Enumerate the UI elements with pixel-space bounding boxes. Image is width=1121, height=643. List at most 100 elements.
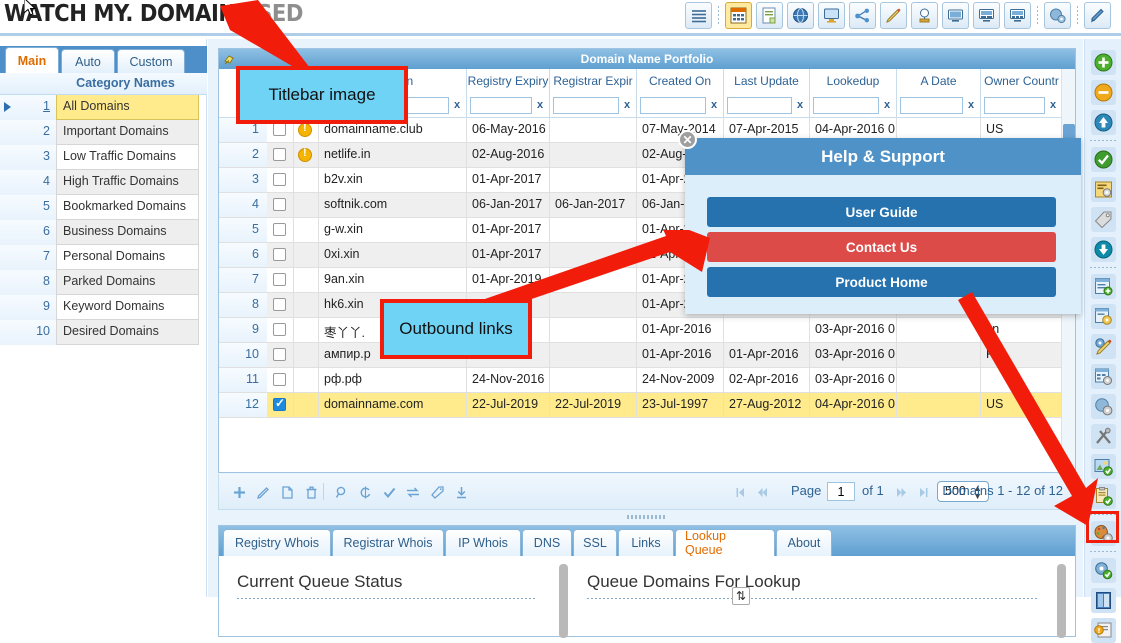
table-row[interactable]: 11 рф.рф 24-Nov-2016 24-Nov-2009 02-Apr-2016… [219,368,1075,393]
grid-header-created_on[interactable]: Created On [637,69,724,93]
grid-header-registrar_expiry[interactable]: Registrar Expir [550,69,637,93]
tab-auto[interactable]: Auto [61,49,115,73]
brush-icon[interactable] [1084,2,1111,29]
gear-check-icon[interactable] [1091,558,1116,583]
sidebar-item-parked-domains[interactable]: 8 Parked Domains [0,270,207,295]
copy-icon[interactable] [277,482,297,502]
row-checkbox[interactable] [273,248,286,261]
refresh-icon[interactable] [355,482,375,502]
menu-icon[interactable] [685,2,712,29]
table-row[interactable]: 9 枣丫丫. 01-Apr-2016 03-Apr-2016 0 cn [219,318,1075,343]
network-icon[interactable] [849,2,876,29]
row-checkbox[interactable] [273,373,286,386]
row-checkbox[interactable] [273,173,286,186]
globe-settings-icon[interactable] [1044,2,1071,29]
page-number-input[interactable] [827,482,855,501]
remove-orange-icon[interactable] [1091,80,1116,105]
whois-icon[interactable] [911,2,938,29]
pencil-icon[interactable] [880,2,907,29]
row-checkbox[interactable] [273,223,286,236]
check-icon[interactable] [379,482,399,502]
filter-input-lookedup[interactable] [813,96,879,114]
tab-lookup-queue[interactable]: Lookup Queue [675,529,775,557]
sidebar-item-personal-domains[interactable]: 7 Personal Domains [0,245,207,270]
grid-header-last_update[interactable]: Last Update [724,69,810,93]
tab-about[interactable]: About [776,529,832,556]
screen-split-icon[interactable] [973,2,1000,29]
add-green-icon[interactable] [1091,50,1116,75]
notes-icon[interactable] [756,2,783,29]
filter-input-last_update[interactable] [727,96,792,114]
prev-page-icon[interactable] [754,483,770,501]
grid-header-registry_expiry[interactable]: Registry Expiry [467,69,550,93]
filter-clear-owner_country[interactable]: x [1047,99,1059,111]
filter-input-owner_country[interactable] [984,96,1045,114]
clipboard-check-icon[interactable] [1091,484,1116,509]
info-icon[interactable]: ! [1091,618,1116,643]
swap-icon[interactable] [403,482,423,502]
filter-clear-registry_expiry[interactable]: x [534,99,546,111]
tab-ssl[interactable]: SSL [573,529,617,556]
filter-clear-last_update[interactable]: x [794,99,806,111]
row-checkbox[interactable] [273,273,286,286]
row-checkbox[interactable] [273,396,286,411]
tag-icon[interactable] [427,482,447,502]
table-settings-icon[interactable] [1091,364,1116,389]
edit-pencil-icon[interactable] [253,482,273,502]
sidebar-item-business-domains[interactable]: 6 Business Domains [0,220,207,245]
screen-tiles-icon[interactable] [1004,2,1031,29]
row-checkbox[interactable] [273,198,286,211]
filter-clear-registrar_expiry[interactable]: x [621,99,633,111]
download-teal-icon[interactable] [1091,237,1116,262]
grid-header-a_date[interactable]: A Date [897,69,981,93]
product-home-button[interactable]: Product Home [707,267,1056,297]
filter-clear-created_on[interactable]: x [708,99,720,111]
sidebar-item-important-domains[interactable]: 2 Important Domains [0,120,207,145]
splitter-grip[interactable] [627,515,667,519]
sidebar-item-desired-domains[interactable]: 10 Desired Domains [0,320,207,345]
row-checkbox[interactable] [273,123,286,136]
tools-icon[interactable] [1091,424,1116,449]
left-section-scrollbar[interactable] [559,564,568,638]
download-icon[interactable] [451,482,471,502]
filter-clear-lookedup[interactable]: x [881,99,893,111]
filter-input-created_on[interactable] [640,96,706,114]
row-checkbox[interactable] [273,148,286,161]
tools-pencil-icon[interactable] [1091,334,1116,359]
filter-clear-domain[interactable]: x [451,99,463,111]
delete-trash-icon[interactable] [301,482,321,502]
sidebar-item-high-traffic-domains[interactable]: 4 High Traffic Domains [0,170,207,195]
queue-refresh-button[interactable]: ⇅ [732,587,750,605]
tab-registrar-whois[interactable]: Registrar Whois [332,529,444,556]
first-page-icon[interactable] [732,483,748,501]
row-checkbox[interactable] [273,323,286,336]
tag-grey-icon[interactable] [1091,207,1116,232]
grid-header-lookedup[interactable]: Lookedup [810,69,897,93]
filter-input-registry_expiry[interactable] [470,96,532,114]
sidebar-item-keyword-domains[interactable]: 9 Keyword Domains [0,295,207,320]
check-green-icon[interactable] [1091,147,1116,172]
filter-input-registrar_expiry[interactable] [553,96,619,114]
image-check-icon[interactable] [1091,454,1116,479]
add-icon[interactable] [229,482,249,502]
tab-links[interactable]: Links [618,529,674,556]
globe-icon[interactable] [787,2,814,29]
tab-ip-whois[interactable]: IP Whois [445,529,521,556]
pin-icon[interactable] [223,52,237,66]
tab-main[interactable]: Main [5,47,59,74]
row-checkbox[interactable] [273,348,286,361]
row-checkbox[interactable] [273,298,286,311]
new-report-icon[interactable] [1091,274,1116,299]
table-row[interactable]: 10 ампир.р 01-Apr-2016 01-Apr-2016 03-Apr-20… [219,343,1075,368]
right-section-scrollbar[interactable] [1057,564,1066,638]
tab-registry-whois[interactable]: Registry Whois [223,529,331,556]
sidebar-item-bookmarked-domains[interactable]: 5 Bookmarked Domains [0,195,207,220]
grid-view-icon[interactable] [725,2,752,29]
user-guide-button[interactable]: User Guide [707,197,1056,227]
monitor-icon[interactable] [818,2,845,29]
help-book-icon[interactable] [1091,588,1116,613]
upload-blue-icon[interactable] [1091,110,1116,135]
globe-settings-icon[interactable] [1091,394,1116,419]
sidebar-item-all-domains[interactable]: 1 All Domains [0,95,207,120]
last-page-icon[interactable] [915,483,931,501]
